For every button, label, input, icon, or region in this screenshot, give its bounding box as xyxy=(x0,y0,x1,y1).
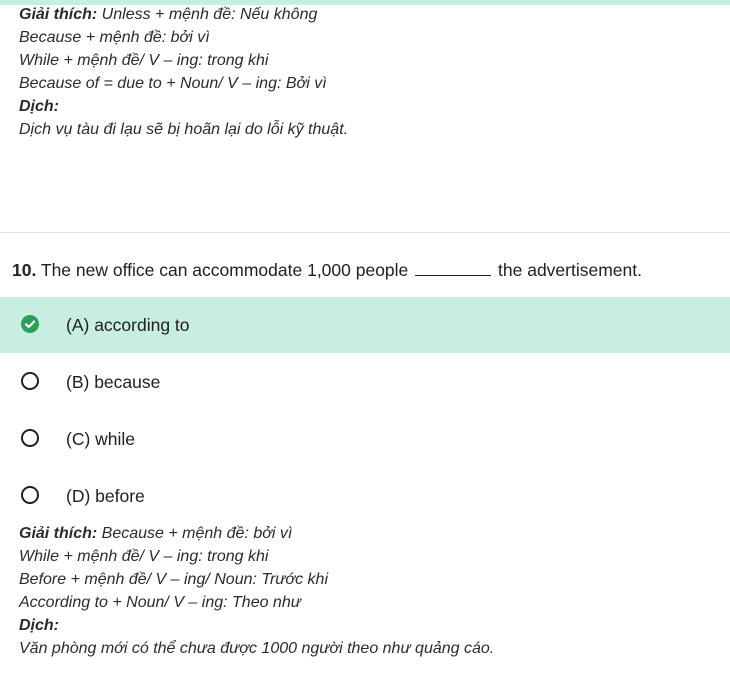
question-divider xyxy=(0,232,730,233)
question-text-after: the advertisement. xyxy=(493,260,642,280)
explanation-text: Unless + mệnh đề: Nếu không xyxy=(97,6,318,23)
explanation-heading: Giải thích: xyxy=(19,525,98,542)
explanation: Giải thích: Because + mệnh đề: bởi vì Wh… xyxy=(19,522,494,660)
radio-empty-icon[interactable] xyxy=(21,372,39,390)
question-number: 10. xyxy=(12,260,37,280)
explanation-text: Because + mệnh đề: bởi vì xyxy=(97,525,293,542)
explanation-line: Because of = due to + Noun/ V – ing: Bởi… xyxy=(19,75,327,92)
question-text-before: The new office can accommodate 1,000 peo… xyxy=(36,260,414,280)
option-label: (D) before xyxy=(66,486,145,506)
previous-explanation: Giải thích: Unless + mệnh đề: Nếu không … xyxy=(19,3,348,141)
translation-text: Văn phòng mới có thể chưa được 1000 ngườ… xyxy=(19,640,495,657)
option-label: (C) while xyxy=(66,429,136,449)
translation-text: Dịch vụ tàu đi lạu sẽ bị hoãn lại do lỗi… xyxy=(19,121,349,138)
option-a[interactable]: (A) according to xyxy=(0,297,730,353)
explanation-line: While + mệnh đề/ V – ing: trong khi xyxy=(19,52,269,69)
question-page: Giải thích: Unless + mệnh đề: Nếu không … xyxy=(0,0,730,685)
check-circle-icon xyxy=(21,315,39,333)
explanation-line: Giải thích: Because + mệnh đề: bởi vì xyxy=(19,522,494,545)
explanation-line: Before + mệnh đề/ V – ing/ Noun: Trước k… xyxy=(19,571,328,588)
option-label: (B) because xyxy=(66,372,161,392)
translation-heading-text: Dịch: xyxy=(19,617,59,634)
explanation-line: According to + Noun/ V – ing: Theo như xyxy=(19,594,301,611)
translation-heading-text: Dịch: xyxy=(19,98,59,115)
question-text: 10. The new office can accommodate 1,000… xyxy=(12,258,642,282)
answer-blank xyxy=(415,261,492,276)
option-label: (A) according to xyxy=(66,315,190,335)
explanation-heading: Giải thích: xyxy=(19,6,98,23)
option-d[interactable]: (D) before xyxy=(0,468,730,524)
option-c[interactable]: (C) while xyxy=(0,411,730,467)
radio-empty-icon[interactable] xyxy=(21,486,39,504)
translation-heading: Dịch: xyxy=(19,95,348,118)
explanation-line: Giải thích: Unless + mệnh đề: Nếu không xyxy=(19,3,348,26)
radio-empty-icon[interactable] xyxy=(21,429,39,447)
translation-heading: Dịch: xyxy=(19,614,494,637)
explanation-line: While + mệnh đề/ V – ing: trong khi xyxy=(19,548,269,565)
explanation-line: Because + mệnh đề: bởi vì xyxy=(19,29,210,46)
option-b[interactable]: (B) because xyxy=(0,354,730,410)
